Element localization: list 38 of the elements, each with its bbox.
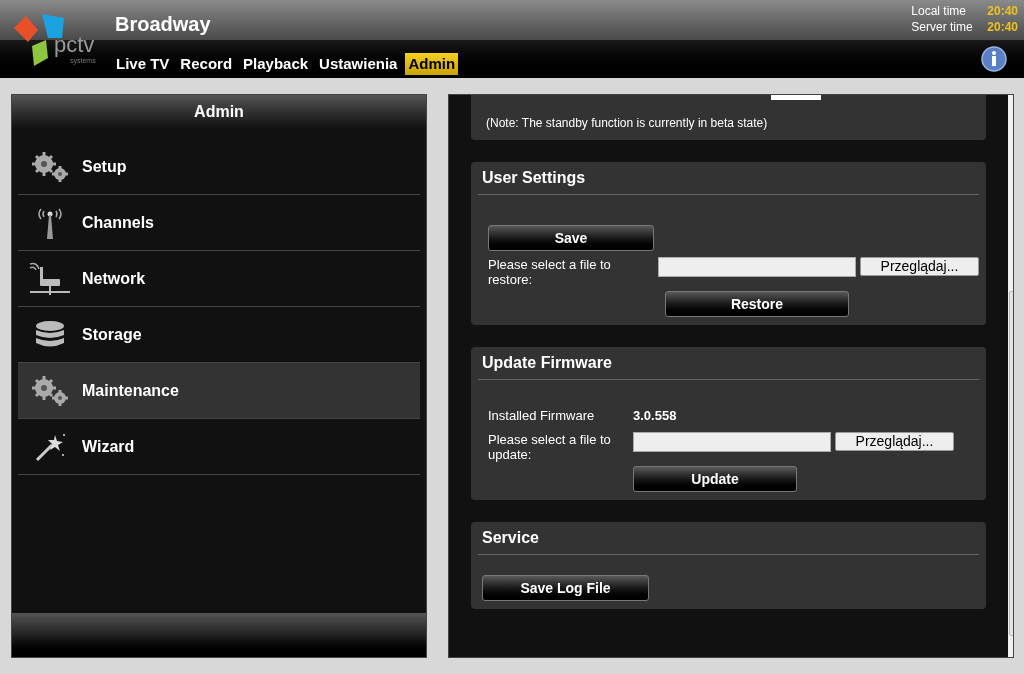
nav-tab[interactable]: Live TV [113,53,173,75]
file-field[interactable] [658,257,856,277]
nav-tab[interactable]: Ustawienia [316,53,401,75]
time-label: Local time [911,3,967,19]
logo-text: pctv [54,34,95,56]
time-value: 20:40 [987,19,1018,35]
section-title: Service [478,525,979,555]
section-title: User Settings [478,166,979,195]
field-label: Installed Firmware [488,407,596,425]
file-field[interactable] [633,431,831,452]
input-field[interactable] [771,95,821,100]
field-label: Please select a file to update: [488,431,612,462]
sidebar-item[interactable]: Setup [18,139,420,195]
note-text: (Note: The standby function is currently in beta state) [486,115,768,131]
time-value: 20:40 [987,3,1018,19]
browse-button[interactable]: Przeglądaj... [860,257,979,276]
nav-tab[interactable]: Playback [240,53,312,75]
app-title: Broadway [115,12,211,37]
field-label: Please select a file to restore: [488,257,612,287]
save-log-button[interactable]: Save Log File [482,574,649,601]
save-button[interactable]: Save [488,225,654,251]
restore-button[interactable]: Restore [665,291,849,317]
firmware-version: 3.0.558 [633,407,677,425]
nav-tab[interactable]: Record [177,53,236,75]
nav-tab[interactable]: Admin [405,53,459,75]
gears-icon [29,149,71,184]
time-label: Server time [911,19,974,35]
sidebar-item[interactable]: Wizard [18,419,420,475]
section-title: Update Firmware [478,351,979,380]
sidebar-item[interactable]: Maintenance [18,363,420,419]
sidebar-title: Admin [12,95,426,129]
sidebar-item[interactable]: Channels [18,195,420,251]
router-icon [28,261,72,296]
info-icon[interactable] [981,46,1007,72]
gears-icon [29,373,71,408]
browse-button[interactable]: Przeglądaj... [835,431,954,451]
update-button[interactable]: Update [633,465,797,492]
sidebar-item[interactable]: Network [18,251,420,307]
